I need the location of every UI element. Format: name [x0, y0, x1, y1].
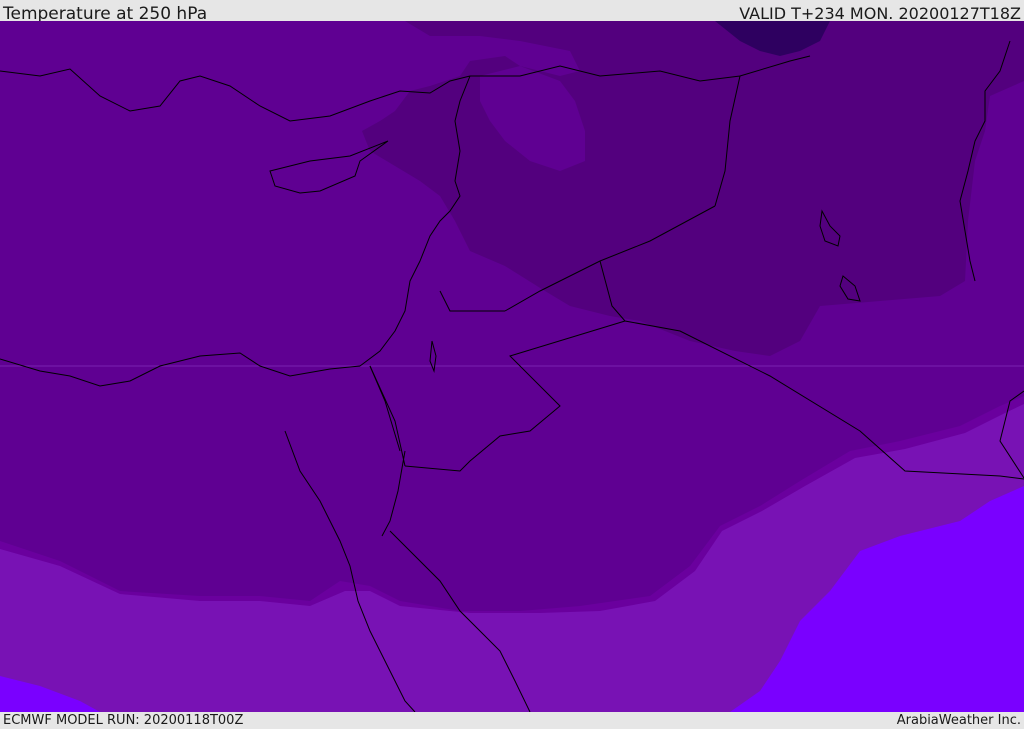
temperature-map[interactable]: [0, 21, 1024, 712]
map-canvas: [0, 21, 1024, 712]
model-run-label: ECMWF MODEL RUN: 20200118T00Z: [3, 713, 244, 728]
credit-label: ArabiaWeather Inc.: [896, 713, 1021, 728]
footer-bar: ECMWF MODEL RUN: 20200118T00Z ArabiaWeat…: [0, 712, 1024, 729]
header-bar: Temperature at 250 hPa VALID T+234 MON. …: [0, 0, 1024, 24]
